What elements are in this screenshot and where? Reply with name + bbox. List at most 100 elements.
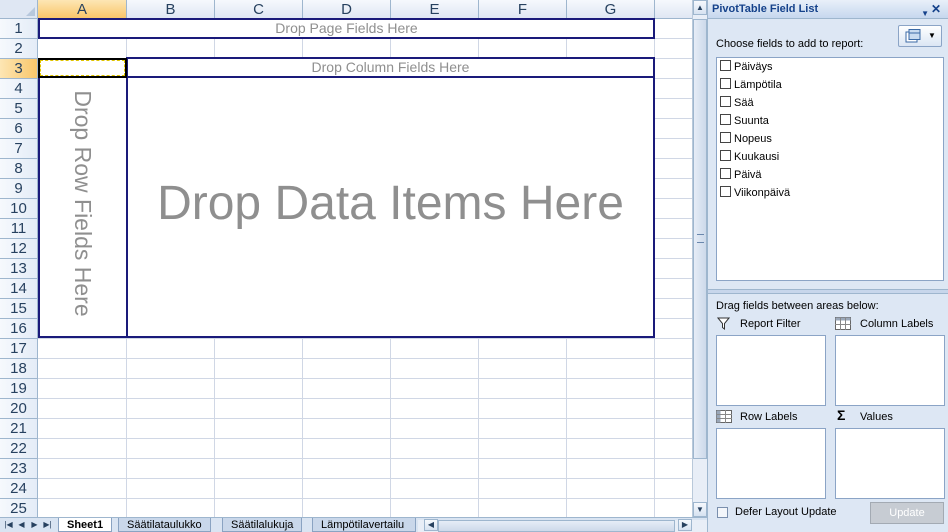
sheet-tab-saatilalukuja[interactable]: Säätilalukuja [222,518,303,532]
field-item[interactable]: Lämpötila [720,76,782,94]
close-icon[interactable]: ✕ [929,2,943,16]
column-header-h[interactable] [655,0,692,19]
sheet-tab-lampotilavertailu[interactable]: Lämpötilavertailu [312,518,416,532]
column-header-d[interactable]: D [303,0,391,19]
panel-title-bar[interactable]: PivotTable Field List ▼ ✕ [708,0,948,19]
column-labels-icon [835,317,851,330]
row-header-6[interactable]: 6 [0,119,38,139]
grid-row-line [38,478,692,479]
grid-row-line [38,358,692,359]
row-header-18[interactable]: 18 [0,359,38,379]
prev-sheet-icon[interactable]: ◀ [16,519,27,531]
sheet-tab-saatilataulukko[interactable]: Säätilataulukko [118,518,211,532]
grid-row-line [38,438,692,439]
scroll-right-button[interactable]: ▶ [678,519,692,531]
row-header-5[interactable]: 5 [0,99,38,119]
row-header-25[interactable]: 25 [0,499,38,517]
scroll-down-button[interactable]: ▼ [693,502,707,517]
panel-title: PivotTable Field List [712,3,819,15]
field-item[interactable]: Suunta [720,112,769,130]
field-list-layout-button[interactable]: ▼ [898,25,942,47]
scroll-left-button[interactable]: ◀ [424,519,438,531]
row-header-24[interactable]: 24 [0,479,38,499]
row-header-2[interactable]: 2 [0,39,38,59]
defer-layout-checkbox[interactable] [717,507,728,518]
row-header-16[interactable]: 16 [0,319,38,339]
choose-fields-label: Choose fields to add to report: [716,38,864,50]
filter-icon [717,317,730,330]
report-filter-area[interactable] [716,335,826,406]
pivot-column-fields-area[interactable]: Drop Column Fields Here [126,57,655,78]
field-item[interactable]: Viikonpäivä [720,184,790,202]
defer-layout-label: Defer Layout Update [735,506,837,518]
row-header-7[interactable]: 7 [0,139,38,159]
chevron-down-icon: ▼ [928,31,936,40]
values-label: Values [860,411,893,423]
row-header-21[interactable]: 21 [0,419,38,439]
row-header-17[interactable]: 17 [0,339,38,359]
row-labels-icon [716,410,732,423]
field-checkbox [720,96,731,107]
row-labels-area[interactable] [716,428,826,499]
select-all-corner[interactable] [0,0,38,19]
row-header-14[interactable]: 14 [0,279,38,299]
grid-row-line [38,418,692,419]
row-header-3[interactable]: 3 [0,59,38,79]
grid-row-line [38,398,692,399]
field-item[interactable]: Sää [720,94,754,112]
drag-fields-label: Drag fields between areas below: [716,300,879,312]
sheet-tab-sheet1[interactable]: Sheet1 [58,518,113,532]
row-header-13[interactable]: 13 [0,259,38,279]
report-filter-label: Report Filter [740,318,801,330]
field-checkbox [720,132,731,143]
pivot-row-fields-area[interactable]: Drop Row Fields Here [38,76,128,338]
row-header-15[interactable]: 15 [0,299,38,319]
row-header-11[interactable]: 11 [0,219,38,239]
data-items-placeholder: Drop Data Items Here [157,177,624,230]
row-header-1[interactable]: 1 [0,19,38,39]
row-header-22[interactable]: 22 [0,439,38,459]
row-header-12[interactable]: 12 [0,239,38,259]
field-checkbox [720,78,731,89]
row-header-9[interactable]: 9 [0,179,38,199]
column-fields-placeholder: Drop Column Fields Here [311,59,470,75]
row-fields-placeholder: Drop Row Fields Here [70,90,96,317]
pivot-page-fields-area[interactable]: Drop Page Fields Here [38,18,655,39]
row-header-10[interactable]: 10 [0,199,38,219]
scroll-thumb[interactable] [693,19,707,459]
field-item[interactable]: Päiväys [720,58,773,76]
column-header-c[interactable]: C [215,0,303,19]
row-header-8[interactable]: 8 [0,159,38,179]
panel-options-dropdown-icon[interactable]: ▼ [921,4,929,23]
field-item[interactable]: Päivä [720,166,762,184]
field-list[interactable]: Päiväys Lämpötila Sää Suunta Nopeus Kuuk… [716,57,944,281]
hscroll-thumb[interactable] [438,520,675,532]
grid-row-line [38,498,692,499]
row-header-23[interactable]: 23 [0,459,38,479]
pivot-data-area[interactable]: Drop Data Items Here [126,76,655,338]
row-header-4[interactable]: 4 [0,79,38,99]
values-area[interactable] [835,428,945,499]
row-labels-label: Row Labels [740,411,798,423]
last-sheet-icon[interactable]: ▶| [42,519,53,531]
column-header-f[interactable]: F [479,0,567,19]
field-item[interactable]: Kuukausi [720,148,779,166]
update-button[interactable]: Update [870,502,944,524]
active-cell-a3[interactable] [38,58,127,78]
column-labels-area[interactable] [835,335,945,406]
vertical-scrollbar[interactable]: ▲ ▼ [692,0,707,517]
scroll-up-button[interactable]: ▲ [693,0,707,15]
row-header-20[interactable]: 20 [0,399,38,419]
column-header-a[interactable]: A [38,0,127,19]
worksheet-area[interactable]: A B C D E F G 1 2 3 4 5 6 7 8 9 10 11 12 13 14 15 16 17 1… [0,0,692,517]
row-header-19[interactable]: 19 [0,379,38,399]
next-sheet-icon[interactable]: ▶ [29,519,40,531]
horizontal-scrollbar[interactable]: ◀ ▶ [418,519,707,532]
grid-row-line [38,458,692,459]
first-sheet-icon[interactable]: |◀ [3,519,14,531]
panel-splitter[interactable] [708,289,948,294]
column-header-g[interactable]: G [567,0,655,19]
column-header-b[interactable]: B [127,0,215,19]
column-header-e[interactable]: E [391,0,479,19]
field-item[interactable]: Nopeus [720,130,772,148]
